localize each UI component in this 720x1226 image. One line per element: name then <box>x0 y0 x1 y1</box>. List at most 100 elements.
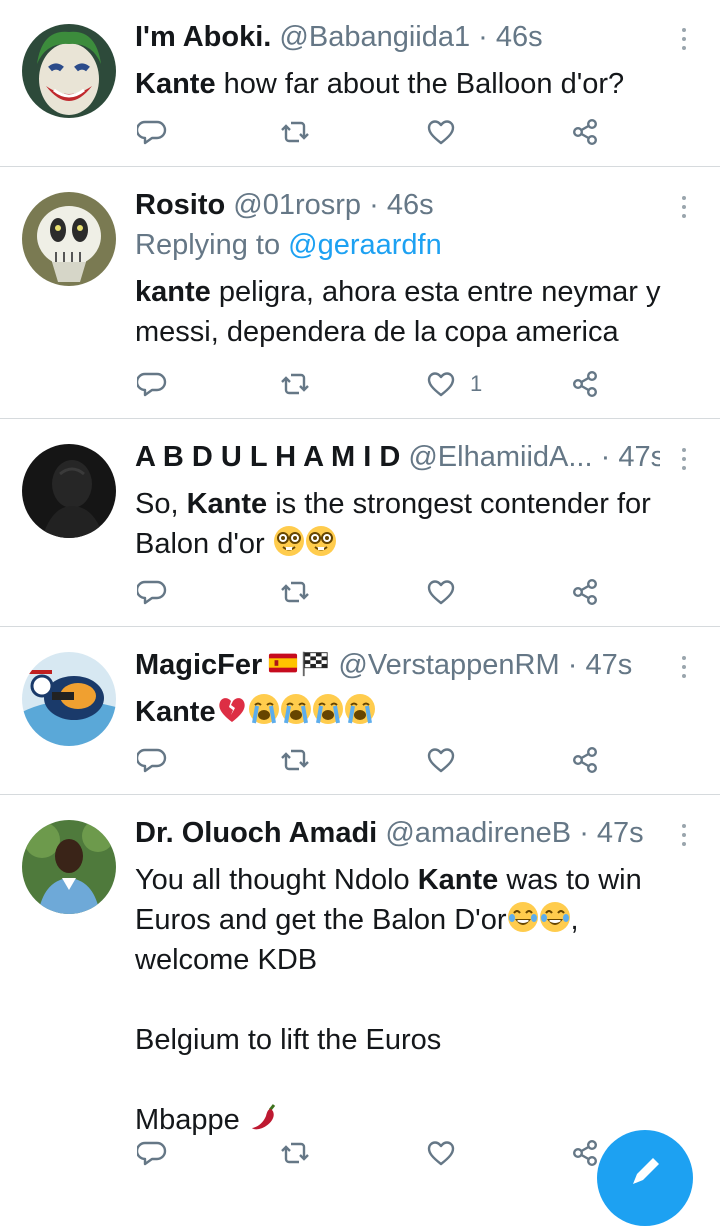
more-options-icon[interactable] <box>672 190 696 224</box>
compose-tweet-button[interactable] <box>597 1130 693 1226</box>
reply-icon <box>137 120 167 145</box>
tweet-timestamp[interactable]: 46s <box>387 189 434 221</box>
reply-button[interactable] <box>137 742 167 778</box>
reply-button[interactable] <box>137 366 167 402</box>
author-name[interactable]: MagicFer <box>135 649 262 681</box>
tweet-timestamp[interactable]: 46s <box>496 21 543 53</box>
author-handle[interactable]: @ElhamiidA... <box>408 441 592 473</box>
like-icon <box>427 748 455 773</box>
tweet-text-line: kante peligra, ahora esta entre neymar y <box>135 272 675 312</box>
man-portrait-avatar <box>22 820 116 914</box>
text-segment: Euros and get the Balon D'or <box>135 904 507 936</box>
like-count: 1 <box>470 371 483 396</box>
avatar[interactable] <box>22 820 116 914</box>
avatar[interactable] <box>22 24 116 118</box>
share-button[interactable] <box>570 1135 600 1171</box>
text-segment: , <box>570 904 579 936</box>
author-handle[interactable]: @Babangiida1 <box>279 21 470 53</box>
chequered-flag <box>303 651 328 677</box>
tweet-header: Rosito @01rosrp · 46s <box>135 188 660 222</box>
author-name[interactable]: A B D U L H A M I D <box>135 441 400 473</box>
more-options-icon[interactable] <box>672 818 696 852</box>
share-icon <box>572 579 598 606</box>
reply-icon <box>137 1141 167 1166</box>
author-name[interactable]: Dr. Oluoch Amadi <box>135 817 377 849</box>
author-handle[interactable]: @amadireneB <box>385 817 571 849</box>
tweet-header: MagicFer @VerstappenRM · 47s <box>135 648 660 682</box>
share-button[interactable] <box>570 114 600 150</box>
like-icon <box>427 372 455 397</box>
like-button[interactable]: 1 <box>426 366 482 402</box>
tweet-header: I'm Aboki. @Babangiida1 · 46s <box>135 20 660 54</box>
reply-mention-link[interactable]: @geraardfn <box>288 229 442 261</box>
reply-button[interactable] <box>137 574 167 610</box>
tweet-text-line: messi, dependera de la copa america <box>135 312 675 352</box>
tweet-actions: 1 <box>0 366 720 402</box>
tweet-text-line: Belgium to lift the Euros <box>135 1020 675 1060</box>
text-segment: was to win <box>498 864 642 896</box>
tweet-text: kante peligra, ahora esta entre neymar y… <box>135 272 675 352</box>
author-name[interactable]: Rosito <box>135 189 225 221</box>
retweet-button[interactable] <box>280 1135 310 1171</box>
tweet-timestamp[interactable]: 47s <box>618 441 660 473</box>
retweet-button[interactable] <box>280 742 310 778</box>
tweet-header: A B D U L H A M I D @ElhamiidA... · 47s <box>135 440 660 474</box>
retweet-button[interactable] <box>280 114 310 150</box>
text-segment: messi, dependera de la copa america <box>135 316 619 348</box>
joker-avatar <box>22 24 116 118</box>
reply-button[interactable] <box>137 1135 167 1171</box>
tweet-text-line: Mbappe <box>135 1100 675 1140</box>
share-button[interactable] <box>570 574 600 610</box>
highlighted-keyword: kante <box>135 276 211 308</box>
author-handle[interactable]: @01rosrp <box>233 189 361 221</box>
tweet-text-line: Euros and get the Balon D'or, <box>135 900 675 940</box>
share-icon <box>572 371 598 398</box>
tweet-text-line <box>135 1060 675 1100</box>
reply-button[interactable] <box>137 114 167 150</box>
separator-dot: · <box>478 21 488 53</box>
tweet-text-line: So, Kante is the strongest contender for <box>135 484 675 524</box>
like-button[interactable] <box>426 1135 456 1171</box>
more-options-icon[interactable] <box>672 650 696 684</box>
author-name[interactable]: I'm Aboki. <box>135 21 271 53</box>
tweet[interactable]: Dr. Oluoch Amadi @amadireneB · 47s You al… <box>0 796 720 1176</box>
tweet[interactable]: I'm Aboki. @Babangiida1 · 46s Kante how f… <box>0 0 720 168</box>
like-icon <box>427 120 455 145</box>
crying-emoji <box>312 694 343 724</box>
more-options-icon[interactable] <box>672 442 696 476</box>
text-segment: how far about the Balloon d'or? <box>215 68 625 100</box>
tweet-timestamp[interactable]: 47s <box>597 817 644 849</box>
tweet-timestamp[interactable]: 47s <box>585 649 632 681</box>
share-button[interactable] <box>570 742 600 778</box>
share-button[interactable] <box>570 366 600 402</box>
like-button[interactable] <box>426 114 456 150</box>
author-handle[interactable]: @VerstappenRM <box>338 649 559 681</box>
avatar[interactable] <box>22 192 116 286</box>
tweet-text-line: Kante <box>135 692 675 732</box>
compose-tweet-icon <box>633 1158 659 1184</box>
text-segment: Mbappe <box>135 1104 248 1136</box>
tweet[interactable]: A B D U L H A M I D @ElhamiidA... · 47s S… <box>0 420 720 628</box>
retweet-button[interactable] <box>280 366 310 402</box>
tweet-text-line: Kante how far about the Balloon d'or? <box>135 64 675 104</box>
separator-dot: · <box>579 817 589 849</box>
tweet-text-line: Balon d'or <box>135 524 675 564</box>
replying-to: Replying to @geraardfn <box>135 228 442 262</box>
hot-pepper-emoji <box>251 1104 276 1130</box>
tears-of-joy-emoji <box>507 902 538 932</box>
avatar[interactable] <box>22 444 116 538</box>
like-icon <box>427 580 455 605</box>
tweet[interactable]: Rosito @01rosrp · 46s Replying to @geraar… <box>0 168 720 420</box>
broken-heart-emoji <box>218 698 245 722</box>
retweet-icon <box>281 373 309 395</box>
tweet-text: Kante <box>135 692 675 732</box>
highlighted-keyword: Kante <box>135 696 216 728</box>
reply-icon <box>137 748 167 773</box>
tweet[interactable]: MagicFer @VerstappenRM · 47s Kante <box>0 628 720 796</box>
like-button[interactable] <box>426 742 456 778</box>
more-options-icon[interactable] <box>672 22 696 56</box>
like-button[interactable] <box>426 574 456 610</box>
retweet-button[interactable] <box>280 574 310 610</box>
tweet-header: Dr. Oluoch Amadi @amadireneB · 47s <box>135 816 660 850</box>
avatar[interactable] <box>22 652 116 746</box>
